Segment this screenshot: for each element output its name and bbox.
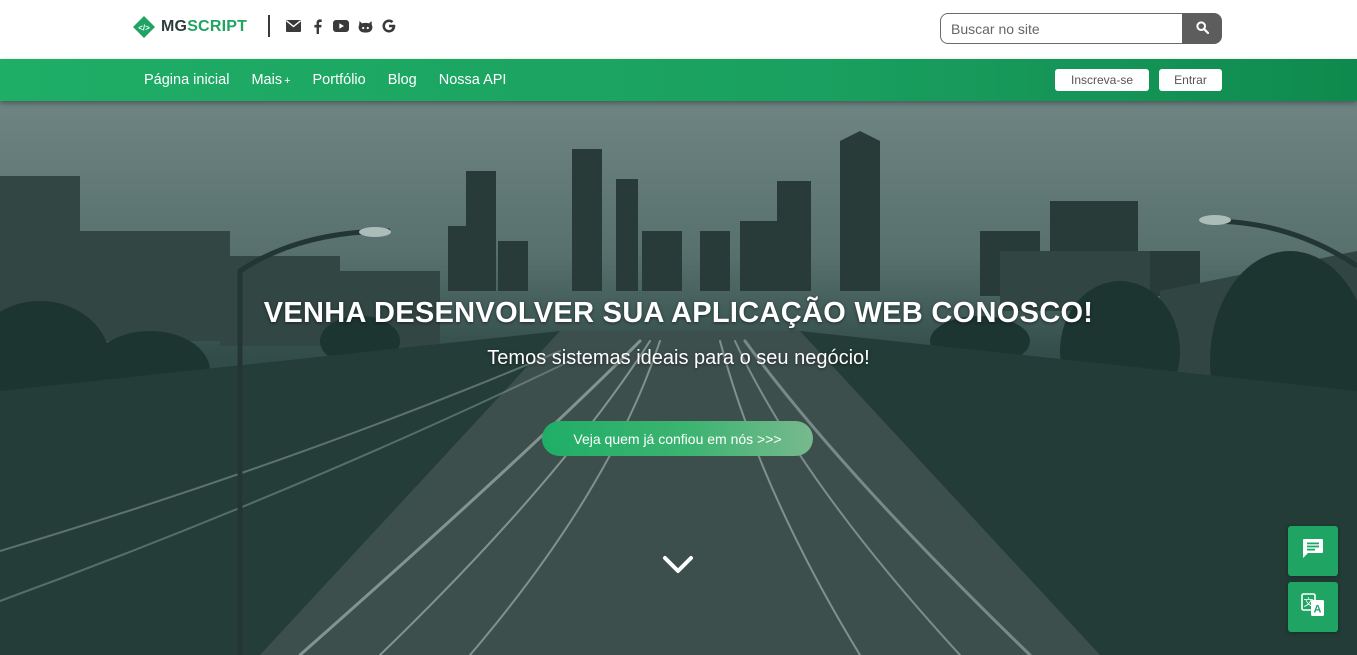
youtube-icon[interactable] (333, 17, 349, 35)
svg-text:</>: </> (138, 24, 150, 33)
main-nav: Página inicial Mais + Portfólio Blog Noss… (0, 59, 1357, 101)
logo-text: MGSCRIPT (161, 16, 247, 38)
auth-buttons: Inscreva-se Entrar (1055, 69, 1222, 91)
google-icon[interactable] (381, 17, 397, 35)
github-icon[interactable] (357, 17, 373, 35)
scroll-down-chevron-icon[interactable] (662, 553, 694, 577)
hero-title: VENHA DESENVOLVER SUA APLICAÇÃO WEB CONO… (263, 297, 1094, 329)
header-divider (268, 15, 270, 37)
nav-links: Página inicial Mais + Portfólio Blog Noss… (144, 59, 528, 101)
chat-button[interactable] (1288, 526, 1338, 576)
search-input[interactable] (940, 13, 1182, 44)
site-search (940, 13, 1222, 44)
social-links (285, 17, 397, 35)
nav-item-home[interactable]: Página inicial (144, 72, 229, 88)
svg-text:A: A (1314, 603, 1322, 615)
translate-button[interactable]: 文 A (1288, 582, 1338, 632)
hero-banner: VENHA DESENVOLVER SUA APLICAÇÃO WEB CONO… (0, 101, 1357, 655)
nav-item-more-label: Mais (251, 72, 283, 88)
login-button[interactable]: Entrar (1159, 69, 1222, 91)
nav-item-api[interactable]: Nossa API (439, 72, 507, 88)
search-button[interactable] (1182, 13, 1222, 44)
logo-text-mg: MG (161, 18, 188, 35)
nav-item-blog[interactable]: Blog (388, 72, 417, 88)
hero-subtitle: Temos sistemas ideais para o seu negócio… (487, 347, 870, 369)
testimonials-cta-button[interactable]: Veja quem já confiou em nós >>> (542, 421, 813, 456)
site-logo[interactable]: </> MGSCRIPT (133, 15, 247, 39)
nav-item-more[interactable]: Mais + (251, 72, 290, 88)
code-logo-icon: </> (133, 16, 155, 38)
top-header: </> MGSCRIPT (0, 0, 1357, 59)
chat-icon (1302, 538, 1324, 564)
nav-item-portfolio[interactable]: Portfólio (313, 72, 366, 88)
envelope-icon[interactable] (285, 17, 301, 35)
translate-icon: 文 A (1301, 592, 1325, 622)
nav-item-more-plus: + (284, 75, 291, 87)
logo-text-script: SCRIPT (187, 18, 248, 35)
facebook-icon[interactable] (309, 17, 325, 35)
search-icon (1195, 20, 1209, 37)
signup-button[interactable]: Inscreva-se (1055, 69, 1149, 91)
